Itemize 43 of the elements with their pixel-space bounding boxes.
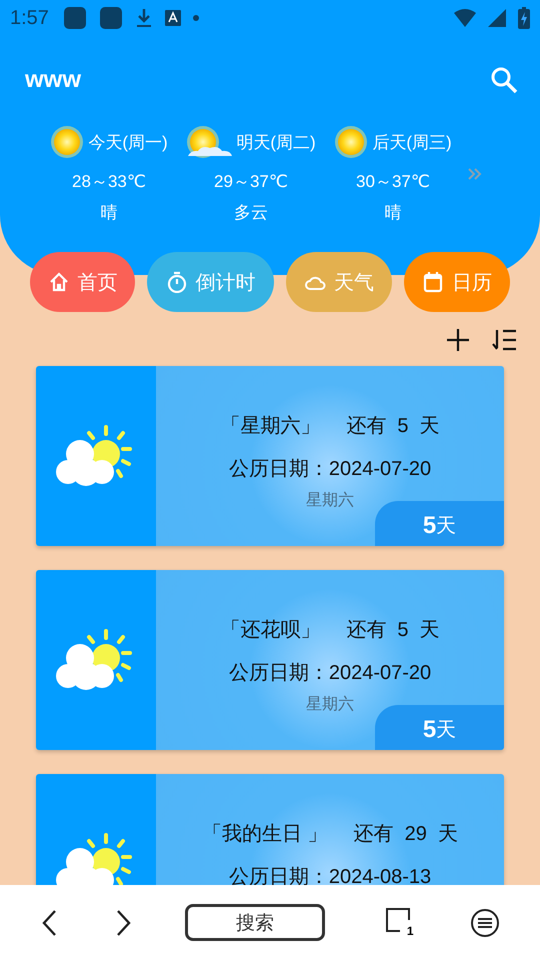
event-date: 公历日期：2024-08-13 bbox=[228, 865, 432, 886]
battery-icon bbox=[518, 7, 530, 29]
days-badge: 5天 bbox=[375, 501, 504, 546]
home-icon bbox=[48, 271, 70, 293]
menu-icon[interactable] bbox=[470, 908, 500, 938]
sun-cloud-icon bbox=[186, 125, 232, 159]
signal-icon bbox=[488, 9, 506, 27]
sort-icon[interactable] bbox=[492, 328, 518, 352]
status-time: 1:57 bbox=[10, 6, 49, 30]
forecast-day: 明天(周二) bbox=[236, 130, 316, 154]
forecast-day: 今天(周一) bbox=[88, 130, 168, 154]
event-weekday: 星期六 bbox=[306, 490, 354, 511]
calendar-icon bbox=[422, 271, 444, 293]
forecast-temperature: 29～37℃ bbox=[214, 171, 288, 193]
notification-icon bbox=[98, 6, 123, 30]
forecast-temperature: 28～33℃ bbox=[72, 171, 146, 193]
wifi-icon bbox=[454, 9, 476, 27]
dot-icon bbox=[192, 15, 199, 21]
days-remaining: 还有 5 天 bbox=[346, 414, 440, 439]
forecast-day: 后天(周三) bbox=[372, 130, 452, 154]
forecast-temperature: 30～37℃ bbox=[356, 171, 430, 193]
event-date: 公历日期：2024-07-20 bbox=[228, 457, 432, 482]
stopwatch-icon bbox=[166, 271, 188, 293]
sun-icon bbox=[334, 125, 368, 159]
days-badge: 5天 bbox=[375, 705, 504, 750]
app-title: www bbox=[25, 66, 82, 94]
search-button[interactable]: 搜索 bbox=[185, 904, 325, 941]
event-title: 「我的生日 」 bbox=[202, 822, 328, 847]
sun-icon bbox=[50, 125, 84, 159]
event-title: 「星期六」 bbox=[220, 414, 320, 439]
download-icon bbox=[134, 7, 153, 29]
days-remaining: 还有 29 天 bbox=[354, 822, 458, 847]
event-date: 公历日期：2024-07-20 bbox=[228, 661, 432, 686]
search-icon[interactable] bbox=[490, 66, 518, 94]
keyboard-icon bbox=[164, 10, 181, 26]
forecast-condition: 晴 bbox=[100, 202, 118, 224]
forecast-condition: 多云 bbox=[234, 202, 268, 224]
forecast-condition: 晴 bbox=[384, 202, 402, 224]
days-remaining: 还有 5 天 bbox=[346, 618, 440, 643]
add-icon[interactable] bbox=[446, 328, 470, 352]
notification-icon bbox=[62, 6, 87, 30]
event-weekday: 星期六 bbox=[306, 694, 354, 715]
event-title: 「还花呗」 bbox=[220, 618, 320, 643]
